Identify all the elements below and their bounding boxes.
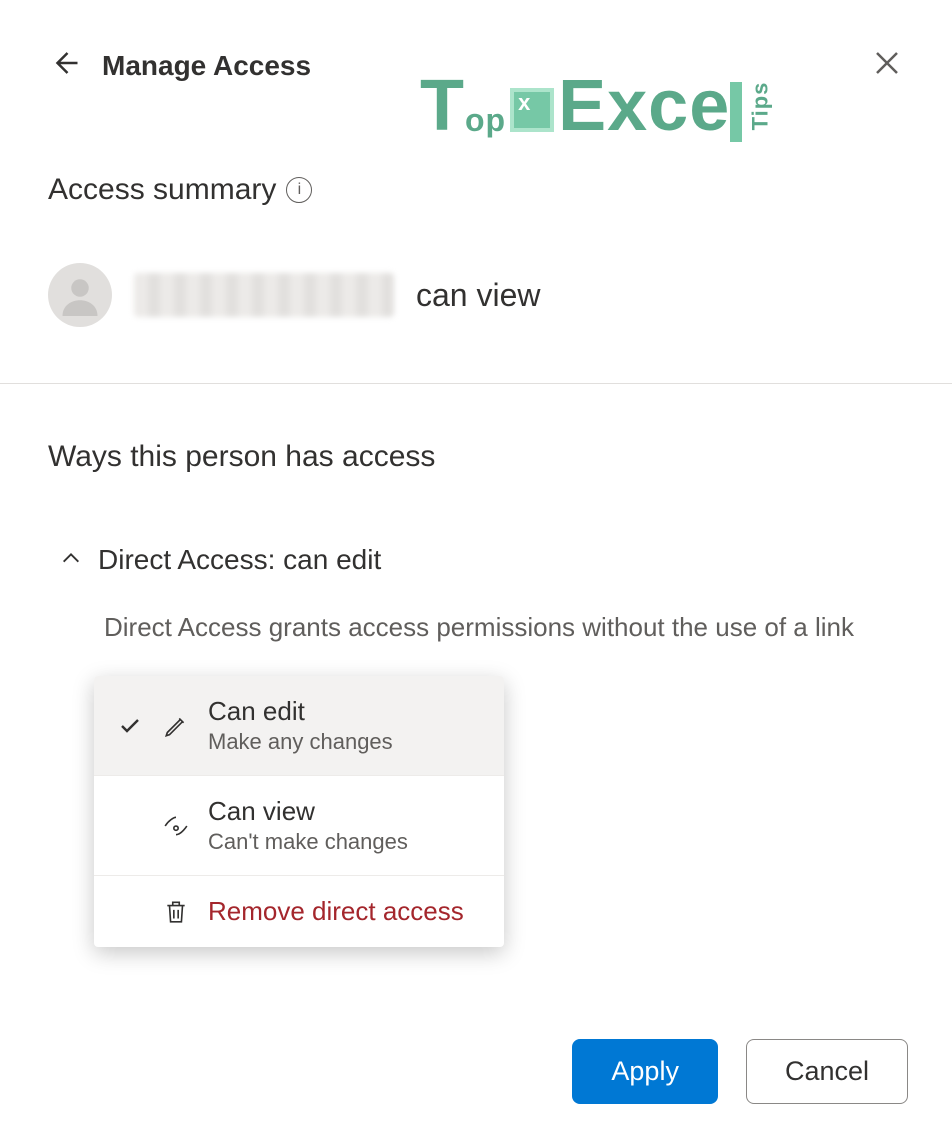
menu-item-subtitle: Make any changes bbox=[208, 729, 393, 755]
menu-item-can-edit[interactable]: Can edit Make any changes bbox=[94, 676, 504, 775]
menu-item-remove-access[interactable]: Remove direct access bbox=[94, 875, 504, 947]
pencil-icon bbox=[162, 713, 190, 739]
back-arrow-icon[interactable] bbox=[50, 48, 80, 83]
menu-item-can-view[interactable]: Can view Can't make changes bbox=[94, 775, 504, 875]
checkmark-icon bbox=[116, 714, 144, 738]
permission-dropdown-menu: Can edit Make any changes Can view Can't… bbox=[94, 676, 504, 947]
direct-access-description: Direct Access grants access permissions … bbox=[104, 612, 904, 643]
access-summary-heading: Access summary bbox=[48, 173, 276, 207]
cancel-button[interactable]: Cancel bbox=[746, 1039, 908, 1104]
page-title: Manage Access bbox=[102, 50, 311, 82]
direct-access-title: Direct Access: can edit bbox=[98, 544, 381, 576]
menu-item-title: Remove direct access bbox=[208, 896, 464, 927]
user-summary-row: can view bbox=[48, 263, 904, 383]
trash-icon bbox=[162, 899, 190, 925]
info-icon[interactable]: i bbox=[286, 177, 312, 203]
apply-button[interactable]: Apply bbox=[572, 1039, 718, 1104]
direct-access-accordion-header[interactable]: Direct Access: can edit bbox=[60, 544, 904, 576]
user-name-redacted bbox=[134, 273, 394, 317]
avatar-icon bbox=[48, 263, 112, 327]
section-divider bbox=[0, 383, 952, 384]
eye-icon bbox=[162, 813, 190, 839]
chevron-up-icon bbox=[60, 544, 82, 576]
close-icon[interactable] bbox=[872, 48, 902, 83]
menu-item-title: Can edit bbox=[208, 696, 393, 727]
menu-item-subtitle: Can't make changes bbox=[208, 829, 408, 855]
ways-heading: Ways this person has access bbox=[48, 440, 904, 474]
user-permission-label: can view bbox=[416, 277, 541, 314]
menu-item-title: Can view bbox=[208, 796, 408, 827]
